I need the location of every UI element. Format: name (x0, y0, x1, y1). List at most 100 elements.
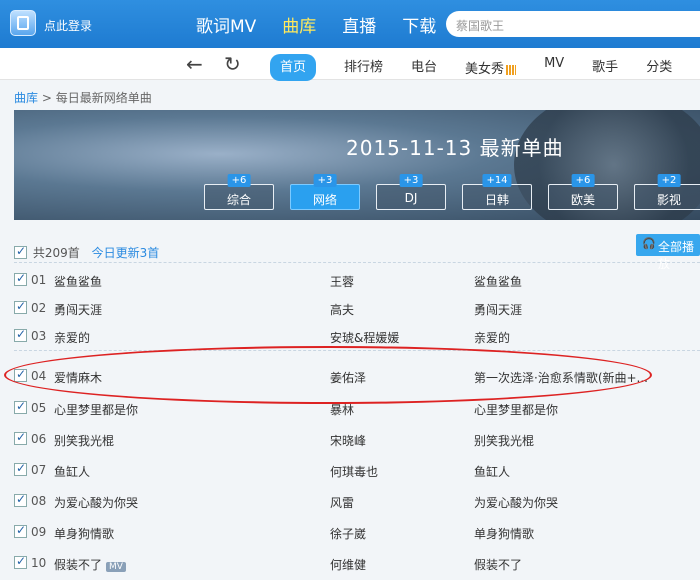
list-item[interactable]: 06 别笑我光棍 宋晓峰 别笑我光棍 (14, 425, 700, 453)
song-title[interactable]: 鱼缸人 (54, 463, 90, 480)
album-name[interactable]: 鲨鱼鲨鱼 (474, 273, 522, 290)
select-all-checkbox[interactable] (14, 244, 27, 259)
nav-library[interactable]: 曲库 (282, 12, 316, 37)
nav-lyrics-mv[interactable]: 歌词MV (196, 12, 256, 37)
singer-name[interactable]: 暴林 (330, 401, 354, 418)
song-title[interactable]: 鲨鱼鲨鱼 (54, 273, 102, 290)
album-name[interactable]: 第一次选泽·治愈系情歌(新曲+... (474, 369, 648, 386)
category-label: 日韩 (484, 193, 509, 207)
row-checkbox[interactable] (14, 271, 27, 286)
row-number: 03 (31, 329, 47, 343)
nav-download[interactable]: 下载 (402, 12, 436, 37)
row-checkbox[interactable] (14, 299, 27, 314)
category-tab-network[interactable]: +3 网络 (290, 174, 360, 210)
row-number: 01 (31, 273, 47, 287)
category-label: DJ (404, 191, 418, 205)
search-input[interactable]: 蔡国歌王 (446, 11, 700, 37)
list-item[interactable]: 10 假装不了MV 何维健 假装不了 (14, 549, 700, 577)
tab-singers[interactable]: 歌手 (592, 54, 618, 81)
song-title[interactable]: 单身狗情歌 (54, 525, 114, 542)
row-checkbox[interactable] (14, 430, 27, 445)
category-label: 影视 (656, 193, 681, 207)
list-item[interactable]: 01 鲨鱼鲨鱼 王蓉 鲨鱼鲨鱼 (14, 266, 700, 294)
row-number: 04 (31, 369, 47, 383)
breadcrumb: 曲库 > 每日最新网络单曲 (14, 89, 152, 106)
tab-categories[interactable]: 分类 (646, 54, 672, 81)
category-tab-jp-kr[interactable]: +14 日韩 (462, 174, 532, 210)
song-title[interactable]: 亲爱的 (54, 329, 90, 346)
list-item[interactable]: 09 单身狗情歌 徐子崴 单身狗情歌 (14, 518, 700, 546)
play-all-button[interactable]: 全部播放 (636, 234, 700, 271)
divider (14, 262, 700, 263)
tab-charts[interactable]: 排行榜 (344, 54, 383, 81)
singer-name[interactable]: 徐子崴 (330, 525, 366, 542)
album-name[interactable]: 为爱心酸为你哭 (474, 494, 558, 511)
singer-name[interactable]: 何维健 (330, 556, 366, 573)
row-checkbox[interactable] (14, 367, 27, 382)
breadcrumb-home[interactable]: 曲库 (14, 91, 38, 105)
tab-mv[interactable]: MV (544, 54, 564, 81)
album-name[interactable]: 单身狗情歌 (474, 525, 534, 542)
list-item[interactable]: 03 亲爱的 安琥&程媛媛 亲爱的 (14, 322, 700, 350)
album-name[interactable]: 心里梦里都是你 (474, 401, 558, 418)
category-label: 网络 (312, 193, 337, 207)
album-name[interactable]: 鱼缸人 (474, 463, 510, 480)
singer-name[interactable]: 高夫 (330, 301, 354, 318)
row-number: 02 (31, 301, 47, 315)
list-item[interactable]: 05 心里梦里都是你 暴林 心里梦里都是你 (14, 394, 700, 422)
total-count: 共209首 (32, 246, 80, 260)
category-tab-general[interactable]: +6 综合 (204, 174, 274, 210)
list-item[interactable]: 04 爱情麻木 姜佑泽 第一次选泽·治愈系情歌(新曲+... (14, 362, 700, 390)
main-nav: 歌词MV 曲库 直播 下载 (196, 12, 436, 37)
row-checkbox[interactable] (14, 523, 27, 538)
tab-home[interactable]: 首页 (270, 54, 317, 81)
album-name[interactable]: 勇闯天涯 (474, 301, 522, 318)
category-label: 综合 (226, 193, 251, 207)
singer-name[interactable]: 宋晓峰 (330, 432, 366, 449)
app-logo-icon[interactable] (10, 10, 36, 36)
song-title[interactable]: 爱情麻木 (54, 369, 102, 386)
category-tab-film[interactable]: +2 影视 (634, 174, 700, 210)
row-checkbox[interactable] (14, 554, 27, 569)
list-item[interactable]: 02 勇闯天涯 高夫 勇闯天涯 (14, 294, 700, 322)
tab-beauty-show[interactable]: 美女秀 (465, 54, 517, 81)
row-checkbox[interactable] (14, 492, 27, 507)
refresh-icon[interactable]: ↻ (224, 52, 241, 76)
singer-name[interactable]: 安琥&程媛媛 (330, 329, 399, 346)
equalizer-icon (506, 64, 517, 75)
row-checkbox[interactable] (14, 399, 27, 414)
row-number: 10 (31, 556, 47, 570)
row-number: 08 (31, 494, 47, 508)
nav-live[interactable]: 直播 (342, 12, 376, 37)
list-item[interactable]: 08 为爱心酸为你哭 风雷 为爱心酸为你哭 (14, 487, 700, 515)
top-bar: 点此登录 歌词MV 曲库 直播 下载 蔡国歌王 (0, 0, 700, 48)
song-title[interactable]: 为爱心酸为你哭 (54, 494, 138, 511)
album-name[interactable]: 假装不了 (474, 556, 522, 573)
category-tab-western[interactable]: +6 欧美 (548, 174, 618, 210)
banner: 2015-11-13 最新单曲 +6 综合 +3 网络 +3 DJ +14 日韩 +6 欧… (14, 110, 700, 220)
album-name[interactable]: 别笑我光棍 (474, 432, 534, 449)
singer-name[interactable]: 风雷 (330, 494, 354, 511)
updated-today-link[interactable]: 今日更新3首 (92, 246, 160, 260)
breadcrumb-current: 每日最新网络单曲 (55, 91, 152, 105)
tab-radio[interactable]: 电台 (411, 54, 437, 81)
song-title[interactable]: 别笑我光棍 (54, 432, 114, 449)
row-checkbox[interactable] (14, 327, 27, 342)
row-checkbox[interactable] (14, 461, 27, 476)
back-arrow-icon[interactable]: ← (186, 52, 203, 76)
album-name[interactable]: 亲爱的 (474, 329, 510, 346)
singer-name[interactable]: 何琪毒也 (330, 463, 378, 480)
banner-title: 2015-11-13 最新单曲 (346, 136, 564, 160)
list-item[interactable]: 07 鱼缸人 何琪毒也 鱼缸人 (14, 456, 700, 484)
mv-badge[interactable]: MV (106, 562, 126, 572)
tab-beauty-show-label: 美女秀 (465, 62, 505, 77)
song-title[interactable]: 心里梦里都是你 (54, 401, 138, 418)
category-tab-dj[interactable]: +3 DJ (376, 174, 446, 210)
song-title[interactable]: 假装不了 MV (54, 556, 126, 573)
category-badge: +6 (227, 174, 251, 187)
singer-name[interactable]: 王蓉 (330, 273, 354, 290)
login-link[interactable]: 点此登录 (44, 17, 92, 34)
row-number: 06 (31, 432, 47, 446)
singer-name[interactable]: 姜佑泽 (330, 369, 366, 386)
song-title[interactable]: 勇闯天涯 (54, 301, 102, 318)
